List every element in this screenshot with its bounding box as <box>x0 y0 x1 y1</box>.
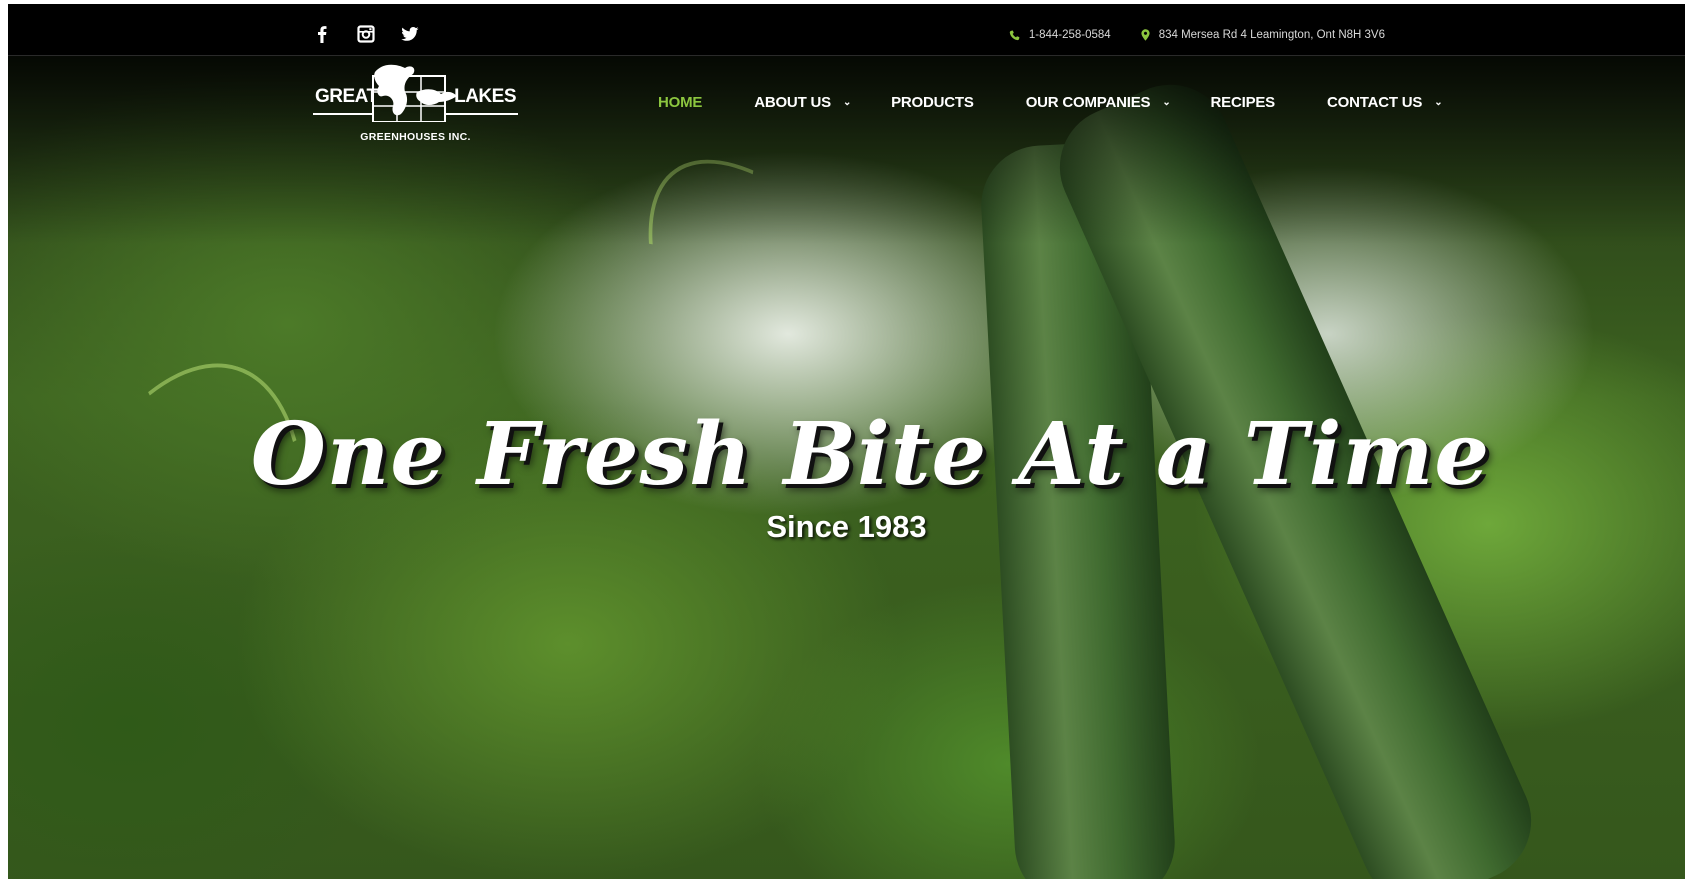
hero-subheadline: Since 1983 <box>766 509 927 544</box>
phone-icon <box>1009 30 1020 40</box>
page-frame: 1-844-258-0584 834 Mersea Rd 4 Leamingto… <box>8 4 1685 879</box>
facebook-link[interactable] <box>312 24 332 44</box>
phone-item[interactable]: 1-844-258-0584 <box>1009 29 1111 41</box>
top-bar: 1-844-258-0584 834 Mersea Rd 4 Leamingto… <box>8 4 1685 56</box>
instagram-icon <box>357 25 375 43</box>
twitter-icon <box>401 27 419 41</box>
nav-item-about-us[interactable]: ABOUT US ⌄ <box>754 94 851 111</box>
nav-item-label: ABOUT US <box>754 94 831 111</box>
contact-info: 1-844-258-0584 834 Mersea Rd 4 Leamingto… <box>1009 29 1385 41</box>
twitter-link[interactable] <box>400 24 420 44</box>
chevron-down-icon: ⌄ <box>842 97 852 108</box>
chevron-down-icon: ⌄ <box>1434 97 1443 108</box>
hero-headline: One Fresh Bite At a Time <box>250 404 1491 505</box>
nav-item-label: HOME <box>658 94 703 111</box>
nav-item-label: CONTACT US <box>1326 94 1423 111</box>
header-gradient-overlay <box>8 54 1685 244</box>
chevron-down-icon: ⌄ <box>1162 97 1171 108</box>
facebook-icon <box>318 26 327 43</box>
nav-item-label: OUR COMPANIES <box>1025 94 1151 111</box>
nav-item-our-companies[interactable]: OUR COMPANIES ⌄ <box>1026 94 1171 111</box>
logo-word-lakes: LAKES <box>454 86 516 107</box>
logo-wordmark: GREAT LAKES <box>313 64 518 122</box>
logo-subtitle: GREENHOUSES INC. <box>360 131 471 143</box>
nav-item-label: RECIPES <box>1210 94 1276 111</box>
nav-item-recipes[interactable]: RECIPES <box>1210 94 1276 111</box>
hero-headline-wrap: One Fresh Bite At a Time <box>8 404 1685 505</box>
social-links <box>312 24 420 44</box>
site-logo[interactable]: GREAT LAKES GREENHOUSES INC. <box>313 62 518 152</box>
nav-item-contact-us[interactable]: CONTACT US ⌄ <box>1326 94 1443 111</box>
phone-number: 1-844-258-0584 <box>1028 29 1111 41</box>
nav-item-label: PRODUCTS <box>891 94 974 111</box>
main-nav: HOME ABOUT US ⌄ PRODUCTS OUR COMPANIES ⌄… <box>658 94 1443 111</box>
hero-subheadline-wrap: Since 1983 <box>8 509 1685 545</box>
instagram-link[interactable] <box>356 24 376 44</box>
address-item: 834 Mersea Rd 4 Leamington, Ont N8H 3V6 <box>1141 29 1385 41</box>
address-text: 834 Mersea Rd 4 Leamington, Ont N8H 3V6 <box>1158 29 1385 41</box>
nav-item-home[interactable]: HOME <box>658 94 702 111</box>
map-pin-icon <box>1141 29 1150 41</box>
nav-item-products[interactable]: PRODUCTS <box>891 94 974 111</box>
